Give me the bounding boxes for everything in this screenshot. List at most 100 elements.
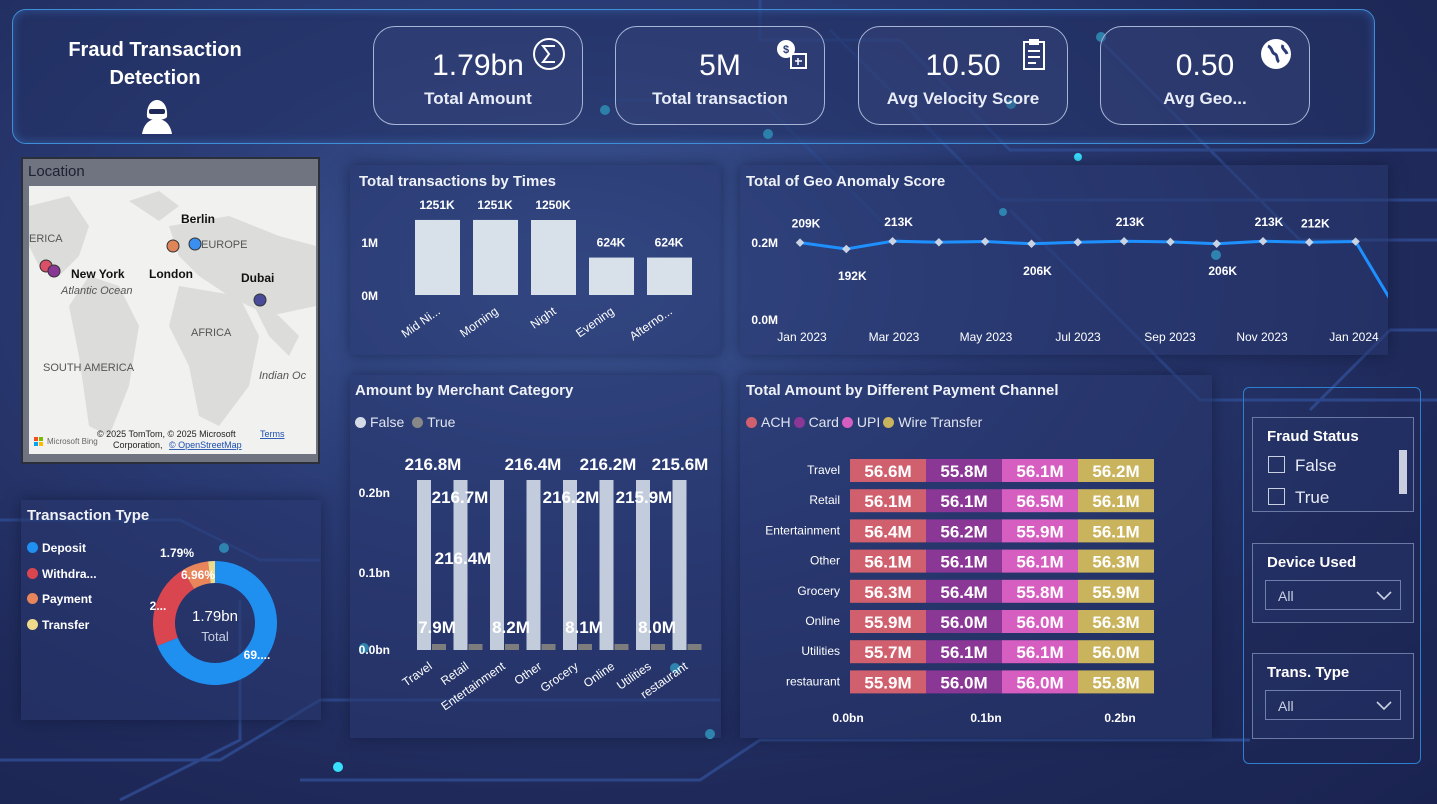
svg-text:$: $	[783, 44, 789, 56]
legend-item[interactable]: Deposit	[27, 536, 97, 562]
kpi-avg-geo: 0.50 Avg Geo...	[1100, 26, 1310, 125]
segment-label: 56.6M	[864, 462, 911, 481]
fraud-false-label[interactable]: False	[1295, 456, 1337, 476]
bar-true[interactable]	[505, 644, 519, 650]
fraud-false-checkbox[interactable]	[1268, 456, 1285, 473]
data-point[interactable]	[1305, 238, 1314, 247]
trans-type-title: Trans. Type	[1267, 664, 1350, 681]
kpi-avg-velocity: 10.50 Avg Velocity Score	[858, 26, 1068, 125]
data-point[interactable]	[1073, 238, 1083, 247]
location-map[interactable]: Location Berlin New York London Dubai EU…	[21, 157, 320, 464]
segment-label: 56.3M	[1092, 613, 1139, 632]
point-label: 213K	[1116, 215, 1145, 229]
legend-item[interactable]: UPI	[857, 414, 880, 430]
map-osm-link[interactable]: © OpenStreetMap	[169, 440, 242, 450]
legend-false-dot	[355, 417, 366, 428]
hacker-icon	[142, 100, 172, 134]
map-title: Location	[28, 163, 85, 180]
segment-label: 56.1M	[1016, 553, 1063, 572]
map-label-atlantic: Atlantic Ocean	[60, 285, 133, 297]
x-tick-label: Jan 2024	[1329, 330, 1379, 344]
point-label: 206K	[1208, 264, 1237, 278]
channel-legend: ACH Card UPI Wire Transfer	[746, 414, 985, 430]
trans-type-dropdown[interactable]: All	[1265, 690, 1401, 720]
point-label: 213K	[884, 215, 913, 229]
data-point[interactable]	[795, 238, 805, 247]
segment-label: 56.1M	[864, 492, 911, 511]
bar-true[interactable]	[432, 644, 446, 650]
data-point[interactable]	[934, 238, 944, 247]
map-canvas[interactable]: Berlin New York London Dubai EUROPE ERIC…	[29, 186, 316, 454]
data-point[interactable]	[842, 244, 851, 254]
map-bubble-dubai[interactable]	[253, 293, 267, 307]
segment-label: 56.0M	[940, 673, 987, 692]
map-terms-link[interactable]: Terms	[260, 429, 285, 439]
x-tick-label: Jul 2023	[1055, 330, 1101, 344]
map-bubble-newyork-2[interactable]	[47, 264, 61, 278]
data-point[interactable]	[980, 237, 990, 246]
kpi-label: Total transaction	[652, 89, 788, 108]
map-label-newyork: New York	[71, 267, 125, 281]
device-used-value: All	[1278, 588, 1294, 604]
legend-dot	[841, 417, 853, 428]
segment-label: 56.2M	[940, 522, 987, 541]
bar-true[interactable]	[578, 644, 592, 650]
x-tick-label: Grocery	[538, 659, 581, 695]
map-copyright-2: Corporation,	[113, 440, 163, 450]
x-tick-label: Travel	[400, 659, 435, 689]
data-point[interactable]	[1166, 237, 1175, 247]
data-point[interactable]	[1212, 239, 1221, 249]
map-label-erica: ERICA	[29, 233, 63, 245]
map-bubble-berlin[interactable]	[188, 237, 202, 251]
segment-label: 56.1M	[1092, 522, 1139, 541]
legend-true[interactable]: True	[427, 414, 455, 430]
segment-label: 56.0M	[1016, 673, 1063, 692]
x-tick-label: Mar 2023	[869, 330, 920, 344]
data-point[interactable]	[1027, 239, 1036, 249]
segment-label: 55.9M	[864, 673, 911, 692]
false-value-label: 215.9M	[616, 488, 673, 507]
x-tick-label: Afterno...	[627, 304, 675, 343]
x-tick-label: May 2023	[960, 330, 1013, 344]
fraud-true-label[interactable]: True	[1295, 488, 1329, 508]
map-bubble-london[interactable]	[166, 239, 180, 253]
x-tick-label: 0.0bn	[832, 711, 863, 725]
point-label: 213K	[1255, 215, 1284, 229]
legend-dot	[883, 417, 895, 428]
legend-item[interactable]: Payment	[27, 587, 97, 613]
legend-item[interactable]: Card	[809, 414, 839, 430]
data-point[interactable]	[1258, 236, 1268, 246]
sigma-icon	[533, 38, 565, 70]
bar-true[interactable]	[614, 644, 629, 650]
bar[interactable]	[473, 219, 518, 295]
geo-line	[799, 239, 1388, 299]
bar[interactable]	[531, 220, 576, 295]
legend-dot	[27, 593, 38, 604]
fraud-status-title: Fraud Status	[1267, 428, 1359, 445]
bar[interactable]	[647, 257, 692, 295]
legend-item[interactable]: Wire Transfer	[898, 414, 982, 430]
bar-true[interactable]	[541, 644, 556, 650]
legend-item[interactable]: Withdra...	[27, 562, 97, 588]
bar[interactable]	[415, 219, 460, 295]
bar-true[interactable]	[651, 644, 665, 650]
point-label: 192K	[838, 269, 867, 283]
dashboard-title: Fraud Transaction Detection	[40, 36, 270, 92]
false-value-label: 216.8M	[405, 455, 462, 474]
fraud-true-checkbox[interactable]	[1268, 488, 1285, 505]
bar-true[interactable]	[687, 644, 702, 650]
map-label-dubai: Dubai	[241, 271, 274, 285]
legend-false[interactable]: False	[370, 414, 404, 430]
legend-item[interactable]: Transfer	[27, 613, 97, 639]
device-used-dropdown[interactable]: All	[1265, 580, 1401, 610]
slicer-scrollbar[interactable]	[1399, 450, 1407, 494]
geo-chart: 0.2M 0.0M 209K 192K 213K 206K 213K 206K 213K 212K…	[751, 215, 1388, 344]
chevron-down-icon	[1376, 591, 1392, 601]
bar-true[interactable]	[468, 644, 483, 650]
segment-label: 56.0M	[1016, 613, 1063, 632]
bar[interactable]	[589, 257, 634, 295]
data-point[interactable]	[888, 236, 897, 246]
times-chart: 1M 0M 1251K Mid Ni... 1251K Morning 1250K Night…	[361, 198, 692, 343]
legend-item[interactable]: ACH	[761, 414, 791, 430]
data-point[interactable]	[1119, 236, 1129, 246]
